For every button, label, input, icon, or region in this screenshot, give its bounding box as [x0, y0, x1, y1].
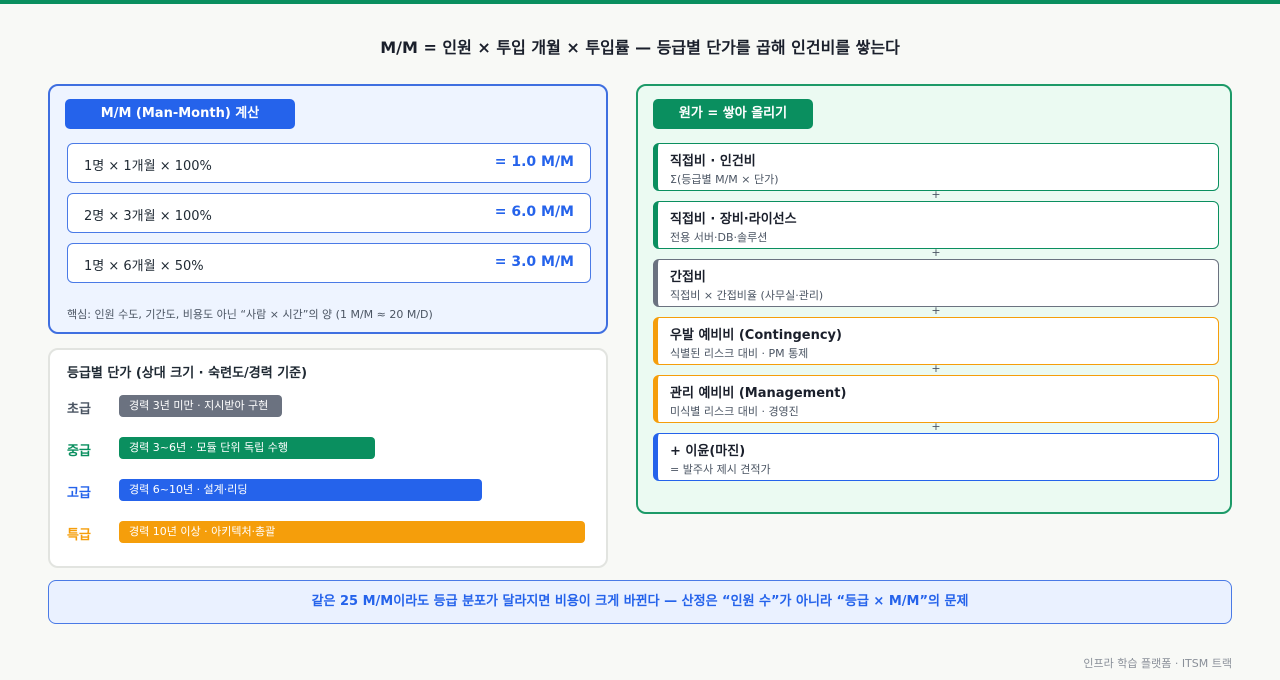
plus-sign: + [931, 246, 941, 259]
page-title: M/M = 인원 × 투입 개월 × 투입률 — 등급별 단가를 곱해 인건비를… [380, 38, 900, 57]
cost-item-name: 간접비 [670, 270, 706, 285]
grade-label-senior: 고급 [67, 486, 91, 501]
calc-expression: 1명 × 1개월 × 100% [84, 159, 212, 174]
cost-item-desc: 식별된 리스크 대비 · PM 통제 [670, 347, 809, 360]
grade-panel: 등급별 단가 (상대 크기 · 숙련도/경력 기준) 초급 경력 3년 미만 ·… [48, 348, 608, 568]
cost-item-desc: = 발주사 제시 견적가 [670, 463, 771, 476]
grade-label-junior: 초급 [67, 402, 91, 417]
credit-text: 인프라 학습 플랫폼 · ITSM 트랙 [1083, 657, 1232, 670]
plus-sign: + [931, 188, 941, 201]
cost-item-desc: Σ(등급별 M/M × 단가) [670, 173, 779, 186]
top-accent-bar [0, 0, 1280, 4]
cost-item-profit-margin: + 이윤(마진) = 발주사 제시 견적가 [653, 433, 1219, 481]
calc-row: 2명 × 3개월 × 100% = 6.0 M/M [67, 193, 591, 233]
plus-sign: + [931, 304, 941, 317]
cost-item-desc: 전용 서버·DB·솔루션 [670, 231, 768, 244]
plus-sign: + [931, 420, 941, 433]
cost-header: 원가 = 쌓아 올리기 [653, 99, 813, 129]
plus-sign: + [931, 362, 941, 375]
cost-item-desc: 직접비 × 간접비율 (사무실·관리) [670, 289, 824, 302]
cost-item-indirect: 간접비 직접비 × 간접비율 (사무실·관리) [653, 259, 1219, 307]
grade-panel-title: 등급별 단가 (상대 크기 · 숙련도/경력 기준) [67, 366, 308, 381]
calc-row: 1명 × 6개월 × 50% = 3.0 M/M [67, 243, 591, 283]
grade-bar-intermediate: 경력 3~6년 · 모듈 단위 독립 수행 [119, 437, 375, 459]
cost-item-contingency: 우발 예비비 (Contingency) 식별된 리스크 대비 · PM 통제 [653, 317, 1219, 365]
grade-label-expert: 특급 [67, 528, 91, 543]
grade-bar-expert: 경력 10년 이상 · 아키텍처·총괄 [119, 521, 585, 543]
cost-item-name: 직접비 · 장비·라이선스 [670, 212, 797, 227]
cost-item-direct-equipment: 직접비 · 장비·라이선스 전용 서버·DB·솔루션 [653, 201, 1219, 249]
calc-result: = 3.0 M/M [494, 254, 574, 270]
cost-item-direct-labor: 직접비 · 인건비 Σ(등급별 M/M × 단가) [653, 143, 1219, 191]
calc-expression: 2명 × 3개월 × 100% [84, 209, 212, 224]
grade-label-intermediate: 중급 [67, 444, 91, 459]
mm-calc-header: M/M (Man-Month) 계산 [65, 99, 295, 129]
calc-result: = 1.0 M/M [494, 154, 574, 170]
cost-item-name: + 이윤(마진) [670, 444, 746, 459]
grade-bar-junior: 경력 3년 미만 · 지시받아 구현 [119, 395, 282, 417]
cost-item-name: 관리 예비비 (Management) [670, 386, 847, 401]
cost-item-name: 직접비 · 인건비 [670, 154, 756, 169]
key-takeaway-banner: 같은 25 M/M이라도 등급 분포가 달라지면 비용이 크게 바뀐다 — 산정… [48, 580, 1232, 624]
cost-item-name: 우발 예비비 (Contingency) [670, 328, 842, 343]
cost-item-management-reserve: 관리 예비비 (Management) 미식별 리스크 대비 · 경영진 [653, 375, 1219, 423]
calc-expression: 1명 × 6개월 × 50% [84, 259, 204, 274]
mm-calc-panel: M/M (Man-Month) 계산 1명 × 1개월 × 100% = 1.0… [48, 84, 608, 334]
cost-panel: 원가 = 쌓아 올리기 직접비 · 인건비 Σ(등급별 M/M × 단가) + … [636, 84, 1232, 514]
cost-item-desc: 미식별 리스크 대비 · 경영진 [670, 405, 799, 418]
mm-calc-note: 핵심: 인원 수도, 기간도, 비용도 아닌 “사람 × 시간”의 양 (1 M… [67, 308, 433, 321]
calc-result: = 6.0 M/M [494, 204, 574, 220]
grade-bar-senior: 경력 6~10년 · 설계·리딩 [119, 479, 482, 501]
calc-row: 1명 × 1개월 × 100% = 1.0 M/M [67, 143, 591, 183]
